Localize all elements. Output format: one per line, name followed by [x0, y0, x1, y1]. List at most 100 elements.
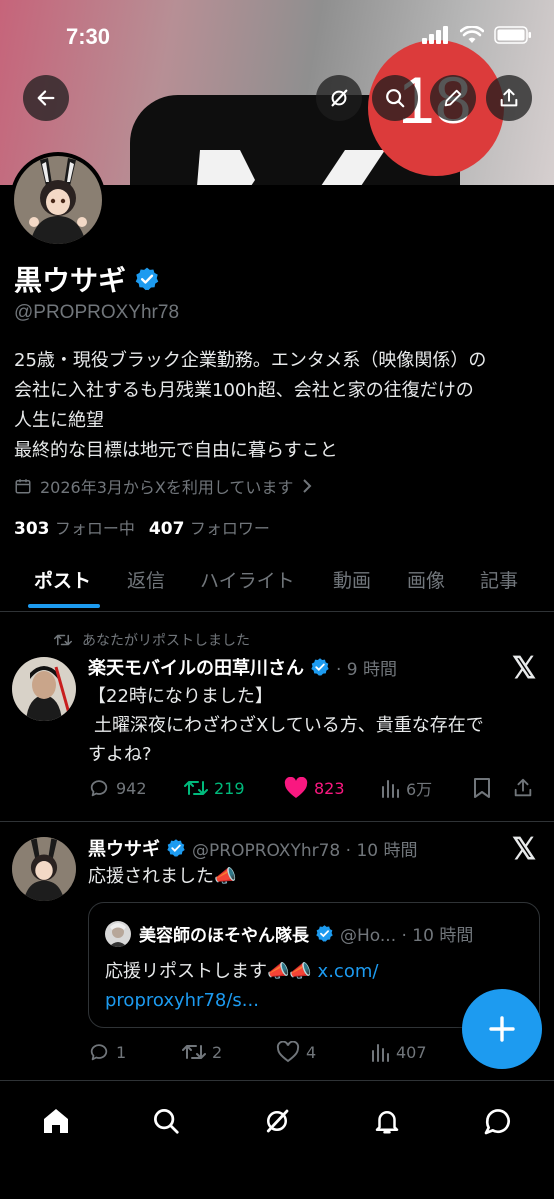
joined-date[interactable]: 2026年3月からXを利用しています	[14, 474, 313, 498]
search-icon	[154, 1109, 179, 1134]
following-link[interactable]: 303 フォロー中	[14, 515, 135, 539]
nav-home[interactable]	[36, 1101, 76, 1141]
quoted-handle-timestamp: @Ho... · 10 時間	[340, 926, 474, 946]
share-tweet-button[interactable]	[512, 777, 534, 799]
profile-display-name: 黒ウサギ	[14, 264, 127, 297]
back-button[interactable]	[23, 75, 69, 121]
view-count: 407	[396, 1042, 427, 1062]
nav-messages[interactable]	[478, 1101, 518, 1141]
bio-line: 人生に絶望	[14, 410, 104, 431]
nav-grok[interactable]	[257, 1101, 297, 1141]
repost-button[interactable]: 219	[184, 778, 284, 798]
bunny-girl-avatar-image	[14, 156, 102, 244]
tweet-text: 【22時になりました】 土曜深夜にわざわざXしている方、貴重な存在で すよね?	[88, 682, 543, 769]
bookmark-icon	[474, 778, 490, 798]
bottom-navigation	[0, 1080, 554, 1199]
share-icon	[514, 778, 532, 797]
bio-line: 最終的な目標は地元で自由に暮らすこと	[14, 440, 338, 461]
share-icon	[500, 88, 518, 107]
verified-badge-icon	[167, 839, 185, 857]
message-bubble-icon	[484, 1109, 510, 1135]
tweet-text-line: すよね?	[88, 744, 152, 765]
tab-articles[interactable]: 記事	[480, 566, 518, 593]
tweet-header: 楽天モバイルの田草川さん · 9 時間	[88, 654, 397, 680]
quoted-link-cont[interactable]: proproxyhr78/s...	[105, 986, 525, 1015]
repost-button[interactable]: 2	[182, 1042, 276, 1062]
profile-bio: 25歳・現役ブラック企業勤務。エンタメ系（映像関係）の 会社に入社するも月残業1…	[14, 346, 544, 466]
search-button[interactable]	[372, 75, 418, 121]
views-chart-icon	[372, 1044, 389, 1062]
tweet-text-line: 土曜深夜にわざわざXしている方、貴重な存在で	[94, 715, 484, 736]
chevron-right-icon	[303, 479, 312, 493]
tweet-text: 応援されました📣	[88, 866, 237, 887]
tweet-author-name[interactable]: 黒ウサギ	[88, 835, 160, 861]
reply-button[interactable]: 942	[88, 777, 184, 799]
tweet-header: 黒ウサギ @PROPROXYhr78 · 10 時間	[88, 835, 417, 861]
wifi-icon	[460, 26, 484, 43]
tweet-actions: 1 2 4 407	[88, 1041, 448, 1063]
repost-label: あなたがリポストしました	[82, 633, 250, 649]
samurai-avatar-image	[12, 657, 76, 721]
clock: 7:30	[66, 24, 111, 49]
views-button[interactable]: 407	[370, 1042, 427, 1062]
tweet-handle-timestamp: @PROPROXYhr78 · 10 時間	[192, 840, 418, 861]
tweet-timestamp: · 9 時間	[336, 659, 398, 680]
profile-avatar[interactable]	[10, 152, 106, 248]
like-button[interactable]: 823	[284, 777, 380, 799]
compose-post-button[interactable]	[462, 989, 542, 1069]
followers-link[interactable]: 407 フォロワー	[149, 515, 270, 539]
tab-posts[interactable]: ポスト	[34, 566, 91, 593]
grok-icon	[331, 89, 348, 107]
bunny-girl-avatar-image	[12, 837, 76, 901]
like-count: 4	[306, 1042, 317, 1062]
signal-icon	[422, 26, 448, 44]
search-icon	[386, 89, 405, 108]
bell-icon	[375, 1111, 399, 1134]
reply-button[interactable]: 1	[88, 1041, 182, 1063]
tab-videos[interactable]: 動画	[333, 566, 371, 593]
grok-button[interactable]	[316, 75, 362, 121]
quoted-author-avatar	[105, 921, 131, 947]
following-label: フォロー中	[54, 519, 135, 538]
joined-text: 2026年3月からXを利用しています	[40, 478, 294, 497]
quoted-link[interactable]: x.com/	[318, 961, 379, 982]
view-count: 6万	[406, 780, 433, 799]
x-logo-icon: 𝕏	[512, 652, 537, 685]
nav-notifications[interactable]	[367, 1101, 407, 1141]
tweet-author-name[interactable]: 楽天モバイルの田草川さん	[88, 654, 304, 680]
verified-badge-icon[interactable]	[134, 266, 160, 292]
bookmark-button[interactable]	[472, 777, 512, 799]
edit-profile-button[interactable]	[430, 75, 476, 121]
bio-line: 25歳・現役ブラック企業勤務。エンタメ系（映像関係）の	[14, 350, 487, 371]
repost-count: 219	[214, 778, 245, 798]
arrow-left-icon	[37, 90, 55, 106]
calendar-icon	[15, 479, 31, 494]
tweet-actions: 942 219 823 6万	[88, 776, 540, 800]
reply-icon	[90, 780, 108, 797]
share-button[interactable]	[486, 75, 532, 121]
reply-count: 1	[116, 1042, 127, 1062]
grok-icon	[266, 1109, 289, 1133]
banner-x-logo	[197, 150, 385, 185]
tweet-divider	[0, 821, 554, 822]
tab-replies[interactable]: 返信	[127, 566, 165, 593]
plus-icon	[489, 1016, 515, 1042]
tweet-text-line: 【22時になりました】	[88, 686, 273, 707]
follow-stats: 303 フォロー中 407 フォロワー	[14, 515, 270, 539]
pencil-icon	[444, 89, 462, 107]
tab-highlights[interactable]: ハイライト	[200, 566, 295, 593]
views-button[interactable]: 6万	[380, 776, 472, 800]
tab-images[interactable]: 画像	[407, 566, 445, 593]
following-count: 303	[14, 519, 50, 539]
verified-badge-icon	[316, 925, 333, 942]
followers-label: フォロワー	[189, 519, 270, 538]
nav-search[interactable]	[146, 1101, 186, 1141]
tweet-author-avatar[interactable]	[12, 837, 76, 901]
like-button[interactable]: 4	[276, 1041, 370, 1063]
tweet-author-avatar[interactable]	[12, 657, 76, 721]
reply-icon	[90, 1044, 108, 1061]
followers-count: 407	[148, 519, 185, 539]
repost-count: 2	[212, 1042, 223, 1062]
bio-line: 会社に入社するも月残業100h超、会社と家の往復だけの	[14, 380, 474, 401]
battery-icon	[494, 26, 531, 44]
